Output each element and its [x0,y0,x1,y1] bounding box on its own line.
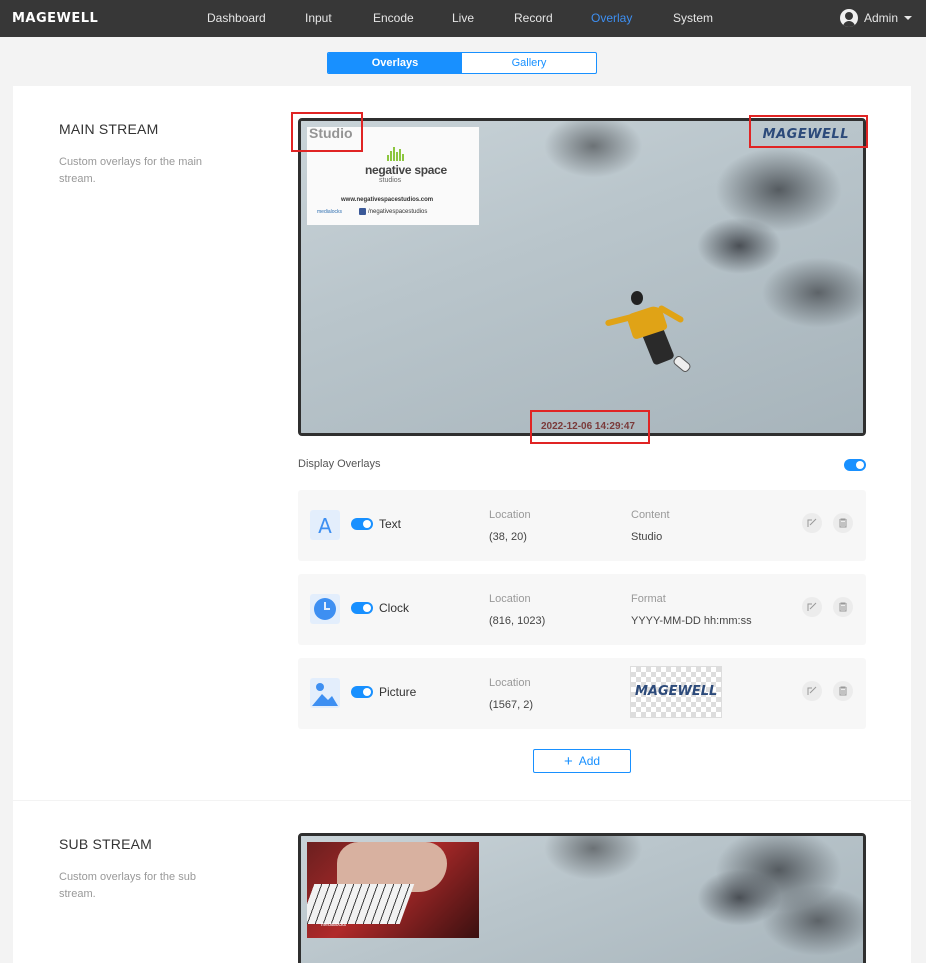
edit-button[interactable] [802,681,822,701]
sub-stream-preview: medialocks [298,833,866,963]
user-menu[interactable]: Admin [839,9,912,27]
user-avatar-icon [839,9,858,27]
nav-record[interactable]: Record [514,11,553,25]
location-value: (816, 1023) [489,615,546,627]
tab-overlays[interactable]: Overlays [328,53,462,73]
nav-overlay[interactable]: Overlay [591,11,632,25]
nav-encode[interactable]: Encode [373,11,414,25]
location-label: Location [489,509,531,521]
edit-icon [807,518,817,527]
plus-icon: + [563,752,573,770]
main-stream-title: MAIN STREAM [59,121,159,137]
delete-button[interactable] [833,597,853,617]
sponsor-badge: medialocks [317,209,343,215]
snowboarder-head [631,291,643,305]
sub-badge: medialocks [321,922,347,928]
overlay-row-text: A Text Location (38, 20) Content Studio [298,490,866,561]
overlay-row-clock: Clock Location (816, 1023) Format YYYY-M… [298,574,866,645]
location-value: (1567, 2) [489,699,534,711]
content-label: Content [631,509,670,521]
format-label: Format [631,593,666,605]
tab-gallery[interactable]: Gallery [462,53,596,73]
magewell-logo[interactable]: MAGEWELL [12,11,98,26]
sub-stream-title: SUB STREAM [59,836,153,852]
clock-overlay-toggle[interactable] [351,602,373,614]
highlight-text-overlay [291,112,363,152]
display-overlays-toggle[interactable] [844,459,866,471]
picture-overlay-toggle[interactable] [351,686,373,698]
main-stream-description: Custom overlays for the main stream. [59,156,203,185]
nav-input[interactable]: Input [305,11,332,25]
display-overlays-label: Display Overlays [298,458,381,470]
overlay-tabs: Overlays Gallery [327,52,597,74]
nav-dashboard[interactable]: Dashboard [207,11,266,25]
delete-button[interactable] [833,513,853,533]
edit-button[interactable] [802,513,822,533]
location-value: (38, 20) [489,531,527,543]
main-stream-preview: negative space studios www.negativespace… [298,118,866,436]
sponsor-logo-bars [387,147,404,161]
overlay-type-name: Text [379,517,402,531]
overlay-row-picture: Picture Location (1567, 2) MAGEWELL [298,658,866,729]
main-stream-card: MAIN STREAM Custom overlays for the main… [13,86,911,800]
content-value: Studio [631,531,663,543]
edit-button[interactable] [802,597,822,617]
sponsor-subtitle: studios [379,177,402,184]
sponsor-title: negative space [365,163,447,177]
sponsor-facebook: /negativespacestudios [359,208,427,215]
highlight-logo-overlay [749,115,868,148]
picture-thumbnail: MAGEWELL [630,666,722,718]
format-value: YYYY-MM-DD hh:mm:ss [631,615,752,627]
keyboard-picture: medialocks [307,842,479,938]
edit-icon [807,602,817,611]
text-overlay-toggle[interactable] [351,518,373,530]
nav-live[interactable]: Live [452,11,474,25]
top-nav: MAGEWELL Dashboard Input Encode Live Rec… [0,0,926,37]
preview-video-frame: medialocks [301,836,863,963]
snowboard [671,354,693,374]
sub-stream-description: Custom overlays for the sub stream. [59,871,196,900]
edit-icon [807,686,817,695]
keyboard-keys [307,884,415,924]
highlight-clock-overlay [530,410,650,444]
preview-video-frame: negative space studios www.negativespace… [301,121,863,433]
location-label: Location [489,593,531,605]
facebook-icon [359,208,366,215]
svg-text:A: A [318,514,332,538]
delete-button[interactable] [833,681,853,701]
location-label: Location [489,677,531,689]
sub-stream-card: SUB STREAM Custom overlays for the sub s… [13,801,911,963]
trash-icon [839,602,847,612]
sponsor-facebook-handle: /negativespacestudios [368,208,428,215]
overlay-type-name: Picture [379,685,417,699]
add-overlay-button[interactable]: + Add [533,749,631,773]
overlay-type-name: Clock [379,601,410,615]
add-label: Add [578,754,601,768]
clock-type-icon [310,594,340,624]
user-name: Admin [863,11,898,25]
text-type-icon: A [310,510,340,540]
trash-icon [839,686,847,696]
nav-system[interactable]: System [673,11,713,25]
trash-icon [839,518,847,528]
picture-type-icon [310,678,340,708]
chevron-down-icon [904,16,912,20]
thumbnail-logo-text: MAGEWELL [635,684,718,699]
sponsor-url: www.negativespacestudios.com [341,197,434,203]
